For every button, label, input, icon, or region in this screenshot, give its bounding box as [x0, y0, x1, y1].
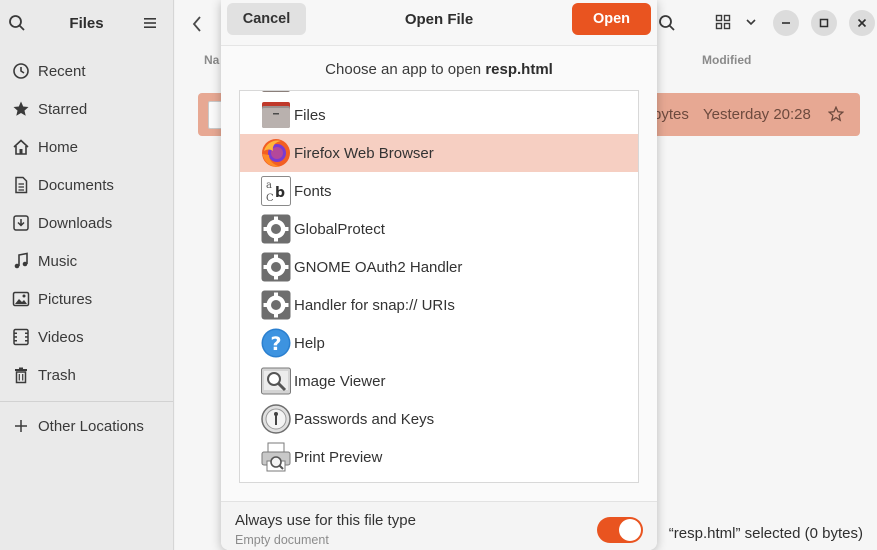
sidebar-item-recent[interactable]: Recent: [0, 52, 173, 90]
hamburger-menu-icon[interactable]: [143, 16, 157, 30]
app-list-item-gnome-oauth2-handler[interactable]: GNOME OAuth2 Handler: [240, 248, 638, 286]
picture-icon: [12, 291, 30, 307]
sidebar-item-label: Music: [38, 252, 78, 270]
image-viewer-icon: [261, 367, 291, 395]
music-icon: [14, 252, 28, 269]
sidebar-item-pictures[interactable]: Pictures: [0, 280, 173, 318]
app-list-item-passwords-and-keys[interactable]: Passwords and Keys: [240, 400, 638, 438]
always-use-label: Always use for this file type: [235, 512, 416, 529]
dialog-footer: Always use for this file type Empty docu…: [221, 501, 657, 550]
sidebar-item-videos[interactable]: Videos: [0, 318, 173, 356]
plus-icon: [15, 420, 27, 432]
app-label: Passwords and Keys: [294, 411, 435, 428]
app-list-item-print-preview[interactable]: Print Preview: [240, 438, 638, 476]
svg-text:?: ?: [270, 333, 281, 355]
status-bar: “resp.html” selected (0 bytes): [662, 521, 869, 546]
chevron-down-icon[interactable]: [745, 16, 757, 28]
app-label: Image Viewer: [294, 373, 386, 390]
app-label: GNOME OAuth2 Handler: [294, 259, 463, 276]
svg-text:a: a: [266, 180, 272, 191]
sidebar-item-label: Videos: [38, 328, 84, 346]
prompt-file-name: resp.html: [485, 61, 553, 78]
search-icon[interactable]: [658, 14, 676, 32]
sidebar: Files Recent Starred Home Documents Down…: [0, 0, 174, 550]
grid-view-icon[interactable]: [715, 14, 731, 30]
svg-text:C: C: [266, 193, 274, 204]
app-label: Fonts: [294, 183, 332, 200]
fonts-icon: a C b: [261, 176, 291, 206]
sidebar-item-other-locations[interactable]: Other Locations: [0, 407, 173, 445]
download-icon: [13, 215, 29, 231]
file-modified: Yesterday 20:28: [703, 106, 811, 123]
home-icon: [13, 139, 29, 155]
gear-icon: [261, 252, 291, 282]
open-file-dialog: Cancel Open File Open Choose an app to o…: [221, 0, 657, 550]
maximize-icon: [819, 18, 829, 28]
sidebar-item-label: Other Locations: [38, 417, 144, 435]
sidebar-item-label: Starred: [38, 100, 88, 118]
app-list-item-files[interactable]: Files: [240, 96, 638, 134]
document-icon: [15, 176, 28, 194]
passwords-icon: [261, 404, 291, 434]
file-type-description: Empty document: [235, 533, 329, 547]
app-label: GlobalProtect: [294, 221, 385, 238]
app-list-item-help[interactable]: ? Help: [240, 324, 638, 362]
file-size: bytes: [653, 106, 689, 123]
app-list-item-fonts[interactable]: a C b Fonts: [240, 172, 638, 210]
sidebar-item-label: Documents: [38, 176, 114, 194]
app-list-item-snap-handler[interactable]: Handler for snap:// URIs: [240, 286, 638, 324]
app-list[interactable]: Files Firefox Web Browser a C b Fonts Gl…: [239, 90, 639, 483]
column-header-modified[interactable]: Modified: [702, 53, 751, 67]
close-icon: [857, 18, 867, 28]
sidebar-item-music[interactable]: Music: [0, 242, 173, 280]
sidebar-item-label: Pictures: [38, 290, 93, 308]
sidebar-item-starred[interactable]: Starred: [0, 90, 173, 128]
clock-icon: [13, 63, 29, 79]
app-icon: [260, 479, 292, 483]
sidebar-item-label: Downloads: [38, 214, 113, 232]
open-button[interactable]: Open: [572, 3, 651, 35]
gear-icon: [261, 290, 291, 320]
svg-text:b: b: [275, 185, 285, 201]
sidebar-item-downloads[interactable]: Downloads: [0, 204, 173, 242]
app-label: Files: [294, 107, 326, 124]
minimize-icon: [782, 22, 790, 24]
firefox-icon: [262, 139, 290, 167]
sidebar-header: Files: [0, 0, 173, 46]
sidebar-item-trash[interactable]: Trash: [0, 356, 173, 394]
help-icon: ?: [261, 328, 291, 358]
prompt-text: Choose an app to open: [325, 61, 486, 78]
sidebar-divider: [0, 401, 173, 402]
app-list-item-globalprotect[interactable]: GlobalProtect: [240, 210, 638, 248]
app-label: Firefox Web Browser: [294, 145, 434, 162]
video-icon: [13, 328, 29, 346]
back-arrow-icon[interactable]: [189, 14, 205, 34]
star-icon[interactable]: [828, 106, 844, 122]
dialog-header: Cancel Open File Open: [221, 0, 657, 46]
app-label: Handler for snap:// URIs: [294, 297, 455, 314]
app-list-item-partial[interactable]: [240, 476, 638, 483]
printer-icon: [261, 442, 291, 472]
maximize-button[interactable]: [811, 10, 837, 36]
column-header-name[interactable]: Na: [204, 53, 219, 67]
minimize-button[interactable]: [773, 10, 799, 36]
files-icon: [262, 102, 290, 128]
close-button[interactable]: [849, 10, 875, 36]
trash-icon: [15, 367, 27, 384]
app-list-item-image-viewer[interactable]: Image Viewer: [240, 362, 638, 400]
app-list-item-firefox[interactable]: Firefox Web Browser: [240, 134, 638, 172]
sidebar-item-label: Home: [38, 138, 79, 156]
star-icon: [13, 101, 29, 116]
app-label: Help: [294, 335, 325, 352]
sidebar-item-label: Trash: [38, 366, 76, 384]
gear-icon: [261, 214, 291, 244]
app-label: Print Preview: [294, 449, 383, 466]
sidebar-item-documents[interactable]: Documents: [0, 166, 173, 204]
dialog-prompt: Choose an app to open resp.html: [221, 61, 657, 78]
sidebar-item-label: Recent: [38, 62, 86, 80]
always-use-toggle[interactable]: [597, 517, 643, 543]
toggle-knob: [619, 519, 641, 541]
sidebar-item-home[interactable]: Home: [0, 128, 173, 166]
